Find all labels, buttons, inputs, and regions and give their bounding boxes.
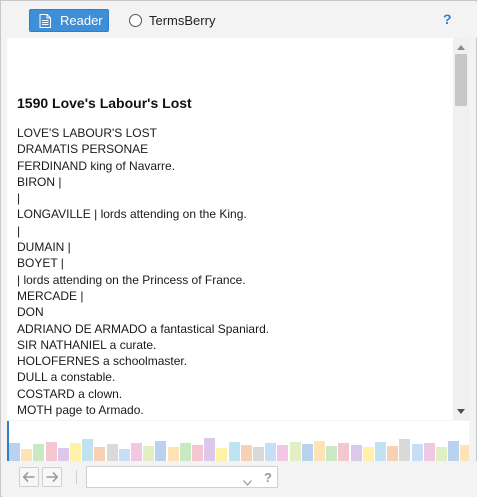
reader-content: 1590 Love's Labour's Lost LOVE'S LABOUR'… [7,38,453,420]
minimap-segment [167,447,179,461]
text-line: MERCADE | [17,288,84,303]
minimap-segment [289,442,301,461]
minimap-segment [179,443,191,461]
text-line: | [17,191,21,206]
minimap-segment [57,448,69,461]
minimap-segment [423,443,435,461]
document-icon [39,13,51,28]
minimap-segment [82,439,94,461]
minimap-segment [131,443,142,461]
minimap-segment [375,442,386,461]
minimap-segment [106,444,118,461]
minimap-segment [9,443,20,461]
minimap-segment [448,441,460,461]
minimap-segment [387,446,399,461]
minimap-segment [33,444,45,461]
minimap-segment [338,443,350,461]
minimap-segment [118,449,130,461]
text-line: MOTH page to Armado. [17,403,144,418]
termsberry-radio[interactable] [129,14,142,27]
minimap-segment [228,442,240,461]
minimap-segment [350,445,362,461]
text-line: DULL a constable. [17,370,116,385]
minimap-segment [253,447,264,461]
termsberry-option[interactable]: TermsBerry [129,11,215,30]
minimap-segment [362,447,374,461]
text-line: LOVE'S LABOUR'S LOST [17,126,157,140]
minimap-segment [314,441,325,461]
minimap-segment [265,443,277,461]
minimap-segment [277,445,289,461]
termsberry-label: TermsBerry [149,13,216,28]
text-line: ADRIANO DE ARMADO a fantastical Spaniard… [17,321,270,336]
minimap-segment [301,444,313,461]
reader-window: Reader TermsBerry ? 1590 Love's Labour's… [0,0,477,497]
minimap-segment [94,447,106,461]
minimap-segment [143,446,155,461]
text-line: | lords attending on the Princess of Fra… [17,272,246,287]
minimap-segment [216,448,228,461]
minimap-segment [70,443,81,461]
text-line: | [17,223,21,238]
select-help-icon[interactable]: ? [264,470,272,485]
toolbar-divider [76,470,77,484]
minimap-segment [155,441,167,461]
text-line: BOYET | [17,256,64,271]
text-line: DUMAIN | [17,240,71,255]
dictionary-select[interactable]: ? [86,466,278,488]
help-icon[interactable]: ? [443,11,452,27]
document-minimap[interactable] [7,421,469,461]
minimap-segment [436,447,447,461]
reader-button-label: Reader [60,13,103,28]
text-line: HOLOFERNES a schoolmaster. [17,354,188,369]
text-line: COSTARD a clown. [17,386,123,401]
minimap-segment [399,439,411,461]
document-title: 1590 Love's Labour's Lost [17,95,192,111]
arrow-right-icon[interactable] [42,467,62,487]
top-toolbar: Reader TermsBerry ? [2,2,477,38]
arrow-left-icon[interactable] [19,467,39,487]
minimap-segment [21,449,33,461]
minimap-segment [204,438,216,461]
vertical-scrollbar[interactable] [453,38,469,420]
minimap-segment [192,445,203,461]
minimap-segment [240,445,252,461]
chevron-down-icon[interactable] [243,473,252,491]
text-line: DRAMATIS PERSONAE [17,142,149,157]
text-line: BIRON | [17,174,62,189]
text-line: LONGAVILLE | lords attending on the King… [17,207,247,222]
document-body: LOVE'S LABOUR'S LOST DRAMATIS PERSONAE F… [17,125,447,418]
minimap-segment [460,445,469,461]
triangle-down-icon[interactable] [453,404,469,418]
text-line: DON [17,305,44,320]
bottom-toolbar: ? [2,461,477,497]
scrollbar-thumb[interactable] [455,54,467,106]
reader-button[interactable]: Reader [29,9,109,32]
minimap-segment [45,442,57,461]
minimap-segment [326,446,338,461]
triangle-up-icon[interactable] [453,40,469,54]
text-line: SIR NATHANIEL a curate. [17,337,157,352]
minimap-segment [411,444,423,461]
text-line: FERDINAND king of Navarre. [17,158,176,173]
